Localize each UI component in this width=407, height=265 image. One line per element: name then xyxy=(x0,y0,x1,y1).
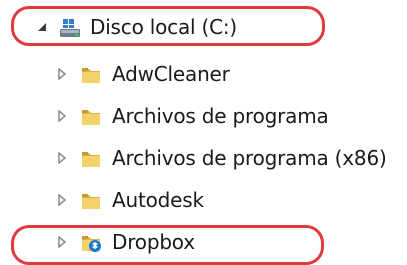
tree-item-label: Autodesk xyxy=(112,188,204,212)
dropbox-folder-icon xyxy=(80,231,102,253)
drive-icon xyxy=(58,16,80,38)
tree-item-label: Archivos de programa (x86) xyxy=(112,146,387,170)
collapsed-arrow-icon[interactable] xyxy=(54,108,70,124)
collapsed-arrow-icon[interactable] xyxy=(54,192,70,208)
expanded-arrow-icon[interactable] xyxy=(34,19,50,35)
collapsed-arrow-icon[interactable] xyxy=(54,234,70,250)
folder-icon xyxy=(80,105,102,127)
tree-item-archivos-de-programa-x86[interactable]: Archivos de programa (x86) xyxy=(54,140,387,176)
tree-item-label: Archivos de programa xyxy=(112,104,329,128)
folder-icon xyxy=(80,189,102,211)
folder-icon xyxy=(80,63,102,85)
tree-item-adwcleaner[interactable]: AdwCleaner xyxy=(54,56,230,92)
collapsed-arrow-icon[interactable] xyxy=(54,150,70,166)
collapsed-arrow-icon[interactable] xyxy=(54,66,70,82)
tree-item-label: AdwCleaner xyxy=(112,62,230,86)
tree-item-archivos-de-programa[interactable]: Archivos de programa xyxy=(54,98,329,134)
tree-item-label: Disco local (C:) xyxy=(90,15,238,39)
folder-tree: Disco local (C:) AdwCleaner Archivos de xyxy=(0,0,407,265)
tree-item-dropbox[interactable]: Dropbox xyxy=(54,224,195,260)
tree-item-disco-local[interactable]: Disco local (C:) xyxy=(34,9,237,45)
folder-icon xyxy=(80,147,102,169)
tree-item-autodesk[interactable]: Autodesk xyxy=(54,182,204,218)
tree-item-label: Dropbox xyxy=(112,230,195,254)
